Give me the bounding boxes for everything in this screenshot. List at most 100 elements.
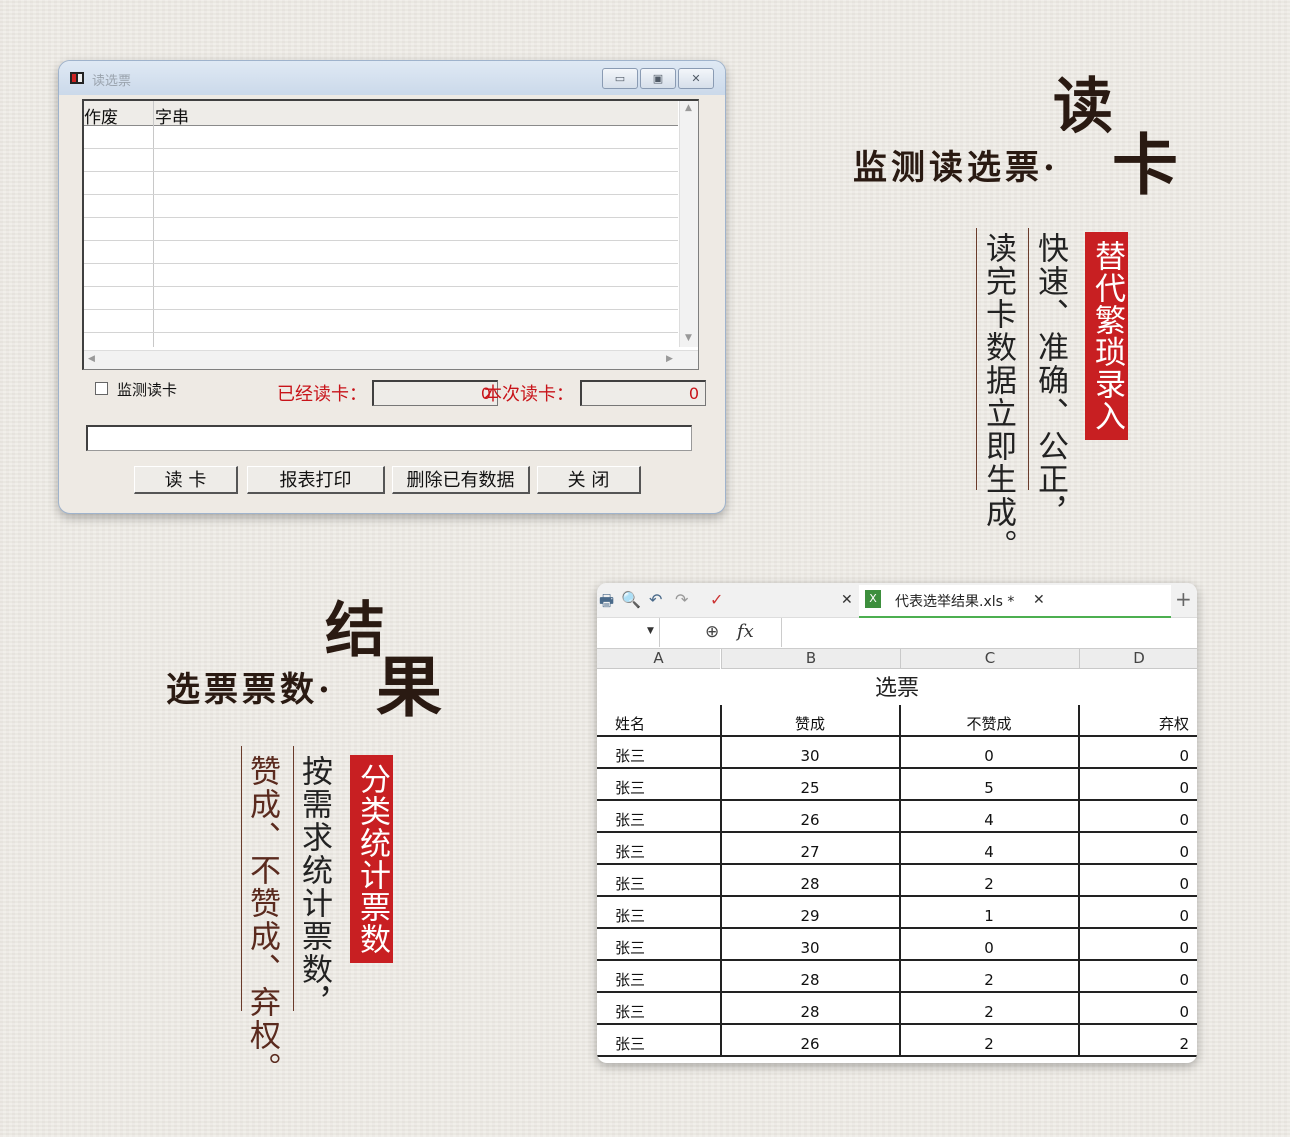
table-cell[interactable]: 2 xyxy=(900,993,1078,1025)
scroll-down-icon[interactable]: ▼ xyxy=(685,333,692,343)
grid-row-line xyxy=(84,263,678,264)
new-tab-icon[interactable]: + xyxy=(1175,587,1192,611)
tab-election-results[interactable]: X 代表选举结果.xls * ✕ xyxy=(859,585,1171,618)
table-cell[interactable]: 2 xyxy=(900,961,1078,993)
feature-text-stats: 按需求统计票数， xyxy=(296,755,332,1019)
print-report-button[interactable]: 报表打印 xyxy=(247,466,385,494)
table-cell[interactable]: 26 xyxy=(721,801,899,833)
column-header-void[interactable]: 作废 xyxy=(84,103,118,128)
table-cell[interactable]: 27 xyxy=(721,833,899,865)
grid-row-line xyxy=(84,217,678,218)
scroll-left-icon[interactable]: ◀ xyxy=(88,354,95,364)
table-cell[interactable]: 28 xyxy=(721,865,899,897)
grid-row-line xyxy=(84,332,678,333)
feature-text-generate: 读完卡数据立即生成。 xyxy=(980,232,1016,562)
read-card-button[interactable]: 读 卡 xyxy=(134,466,238,494)
table-cell[interactable]: 0 xyxy=(1079,961,1197,993)
table-cell[interactable]: 25 xyxy=(721,769,899,801)
close-tab-icon[interactable]: ✕ xyxy=(1033,592,1045,608)
table-cell[interactable]: 28 xyxy=(721,961,899,993)
heading-read-subtitle: 监测读选票· xyxy=(853,148,1059,188)
table-cell[interactable]: 0 xyxy=(1079,737,1197,769)
table-cell[interactable]: 1 xyxy=(900,897,1078,929)
monitor-checkbox-label: 监测读卡 xyxy=(117,381,178,399)
table-cell[interactable]: 0 xyxy=(1079,865,1197,897)
table-cell[interactable]: 张三 xyxy=(597,865,720,897)
close-window-button[interactable]: ✕ xyxy=(678,68,714,89)
heading-card-big: 卡 xyxy=(1112,126,1178,204)
table-cell[interactable]: 0 xyxy=(1079,769,1197,801)
table-cell[interactable]: 2 xyxy=(900,1025,1078,1057)
xls-file-icon: X xyxy=(865,590,881,608)
feature-text-vote-types: 赞成、不赞成、弃权。 xyxy=(244,755,280,1085)
table-cell[interactable]: 30 xyxy=(721,737,899,769)
table-cell[interactable]: 0 xyxy=(1079,993,1197,1025)
table-cell[interactable]: 28 xyxy=(721,993,899,1025)
table-cell[interactable]: 26 xyxy=(721,1025,899,1057)
sheet-title: 选票 xyxy=(874,676,919,701)
table-cell[interactable]: 0 xyxy=(1079,929,1197,961)
fx-icon[interactable]: fx xyxy=(737,621,754,642)
table-header-cell[interactable]: 不赞成 xyxy=(900,705,1078,737)
table-cell[interactable]: 4 xyxy=(900,801,1078,833)
table-cell[interactable]: 5 xyxy=(900,769,1078,801)
tab-title: 代表选举结果.xls * xyxy=(895,594,1015,610)
column-header-string[interactable]: 字串 xyxy=(155,103,189,128)
scroll-right-icon[interactable]: ▶ xyxy=(666,354,673,364)
table-cell[interactable]: 2 xyxy=(900,865,1078,897)
table-cell[interactable]: 张三 xyxy=(597,929,720,961)
table-cell[interactable]: 张三 xyxy=(597,737,720,769)
name-box[interactable]: ▼ xyxy=(597,618,660,647)
table-cell[interactable]: 0 xyxy=(1079,801,1197,833)
redo-icon[interactable]: ↷ xyxy=(675,590,688,609)
column-letter-b[interactable]: B xyxy=(721,649,900,669)
grid-divider xyxy=(153,101,154,347)
scroll-up-icon[interactable]: ▲ xyxy=(685,103,692,113)
grid-row-line xyxy=(84,309,678,310)
card-string-input[interactable] xyxy=(86,425,692,451)
read-ballot-window: 读选票 ▭ ▣ ✕ 作废 字串 ▲ ▼ ◀ ▶ 监测读卡 已经读卡： 0 本次读… xyxy=(58,60,726,514)
column-letter-c[interactable]: C xyxy=(900,649,1079,669)
divider-rule xyxy=(293,746,294,1011)
close-button[interactable]: 关 闭 xyxy=(537,466,641,494)
table-header-cell[interactable]: 赞成 xyxy=(721,705,899,737)
grid-row-line xyxy=(84,148,678,149)
zoom-formula-icon[interactable]: ⊕ xyxy=(705,622,719,642)
table-cell[interactable]: 张三 xyxy=(597,769,720,801)
table-cell[interactable]: 张三 xyxy=(597,993,720,1025)
table-cell[interactable]: 张三 xyxy=(597,1025,720,1057)
minimize-button[interactable]: ▭ xyxy=(602,68,638,89)
table-cell[interactable]: 张三 xyxy=(597,961,720,993)
monitor-checkbox[interactable] xyxy=(95,382,108,395)
window-titlebar[interactable]: 读选票 ▭ ▣ ✕ xyxy=(59,61,725,95)
horizontal-scrollbar[interactable]: ◀ ▶ xyxy=(84,350,698,369)
undo-icon[interactable]: ↶ xyxy=(649,590,662,609)
table-cell[interactable]: 0 xyxy=(1079,897,1197,929)
grid-row-line xyxy=(84,171,678,172)
delete-data-button[interactable]: 删除已有数据 xyxy=(392,466,530,494)
table-cell[interactable]: 0 xyxy=(1079,833,1197,865)
print-preview-icon[interactable]: 🔍 xyxy=(621,590,641,609)
table-header-cell[interactable]: 弃权 xyxy=(1079,705,1197,737)
column-letter-d[interactable]: D xyxy=(1079,649,1197,669)
table-cell[interactable]: 2 xyxy=(1079,1025,1197,1057)
table-cell[interactable]: 4 xyxy=(900,833,1078,865)
table-cell[interactable]: 30 xyxy=(721,929,899,961)
ballot-grid[interactable]: 作废 字串 ▲ ▼ ◀ ▶ xyxy=(82,99,699,370)
table-header-cell[interactable]: 姓名 xyxy=(597,705,720,737)
vertical-scrollbar[interactable]: ▲ ▼ xyxy=(679,101,698,347)
table-cell[interactable]: 张三 xyxy=(597,897,720,929)
chevron-down-icon[interactable]: ▼ xyxy=(647,626,654,636)
format-painter-icon[interactable]: ✓ xyxy=(710,590,723,609)
table-cell[interactable]: 29 xyxy=(721,897,899,929)
table-cell[interactable]: 张三 xyxy=(597,833,720,865)
formula-input[interactable] xyxy=(781,618,1197,647)
this-read-field: 0 xyxy=(580,380,706,406)
table-cell[interactable]: 0 xyxy=(900,929,1078,961)
table-cell[interactable]: 0 xyxy=(900,737,1078,769)
column-letter-a[interactable]: A xyxy=(597,649,720,669)
print-icon[interactable]: 🖶 xyxy=(599,590,614,617)
maximize-button[interactable]: ▣ xyxy=(640,68,676,89)
table-cell[interactable]: 张三 xyxy=(597,801,720,833)
close-tab-icon[interactable]: ✕ xyxy=(841,592,853,608)
